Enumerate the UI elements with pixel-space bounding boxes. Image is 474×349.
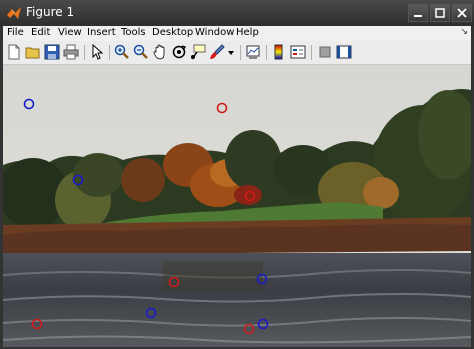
menu-view[interactable]: View [58,27,82,38]
open-file-icon[interactable] [25,44,41,60]
pan-hand-icon[interactable] [152,44,168,60]
link-plot-icon[interactable] [245,44,261,60]
menu-insert[interactable]: Insert [87,27,116,38]
figure-window: Figure 1 File Edit View Insert Tools Des… [0,0,474,349]
menu-file[interactable]: File [7,27,24,38]
new-figure-icon[interactable] [6,44,22,60]
zoom-out-icon[interactable] [133,44,149,60]
undock-arrow-icon[interactable]: ↘ [460,27,468,37]
menu-bar: File Edit View Insert Tools Desktop Wind… [3,26,471,41]
landscape-photo [3,65,471,347]
rotate-3d-icon[interactable] [171,44,187,60]
data-cursor-icon[interactable] [190,44,206,60]
hide-plot-tools-icon[interactable] [317,44,333,60]
menu-desktop[interactable]: Desktop [152,27,193,38]
title-bar[interactable]: Figure 1 [0,0,474,26]
maximize-icon [435,8,445,18]
save-icon[interactable] [44,44,60,60]
menu-help[interactable]: Help [236,27,259,38]
minimize-button[interactable] [408,4,428,22]
menu-edit[interactable]: Edit [31,27,50,38]
zoom-in-icon[interactable] [114,44,130,60]
minimize-icon [414,15,422,17]
show-plot-tools-icon[interactable] [336,44,352,60]
insert-legend-icon[interactable] [290,44,306,60]
close-button[interactable] [452,4,472,22]
matlab-logo-icon [7,7,21,19]
figure-axes[interactable] [3,65,471,347]
toolbar-separator [84,45,85,60]
menu-window[interactable]: Window [195,27,234,38]
toolbar-separator [311,45,312,60]
toolbar-separator [109,45,110,60]
edit-plot-arrow-icon[interactable] [89,44,105,60]
window-title: Figure 1 [26,5,75,19]
menu-tools[interactable]: Tools [121,27,146,38]
toolbar-separator [266,45,267,60]
print-icon[interactable] [63,44,79,60]
close-icon [457,8,467,18]
brush-dropdown-icon[interactable] [227,44,235,60]
brush-icon[interactable] [209,44,225,60]
maximize-button[interactable] [430,4,450,22]
insert-colorbar-icon[interactable] [271,44,287,60]
figure-toolbar [3,41,471,65]
toolbar-separator [240,45,241,60]
